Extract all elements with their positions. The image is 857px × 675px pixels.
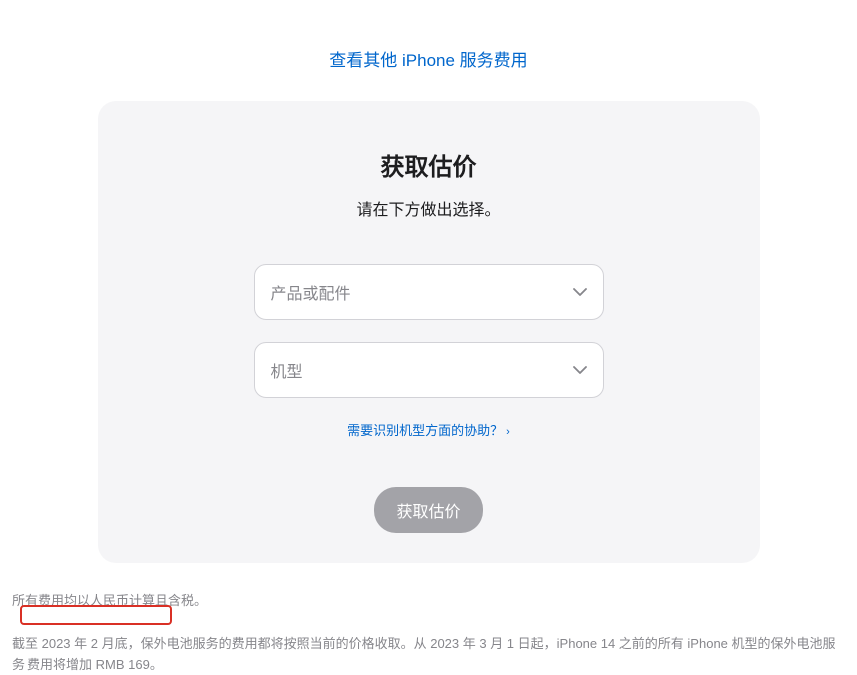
footnote-price-change: 截至 2023 年 2 月底，保外电池服务的费用都将按照当前的价格收取。从 20… [12, 634, 845, 675]
highlighted-price: 费用将增加 RMB 169。 [25, 657, 165, 672]
model-select-placeholder: 机型 [271, 358, 303, 382]
card-subtitle: 请在下方做出选择。 [128, 196, 730, 220]
product-select[interactable]: 产品或配件 [254, 264, 604, 320]
help-link-label: 需要识别机型方面的协助？ [347, 423, 503, 438]
get-estimate-button[interactable]: 获取估价 [374, 487, 482, 533]
identify-model-help-link[interactable]: 需要识别机型方面的协助？› [128, 420, 730, 439]
card-title: 获取估价 [128, 147, 730, 182]
chevron-down-icon [573, 285, 587, 299]
estimate-card: 获取估价 请在下方做出选择。 产品或配件 机型 需要识别机型方面的协助？› [98, 101, 760, 563]
product-select-placeholder: 产品或配件 [271, 280, 351, 304]
model-select[interactable]: 机型 [254, 342, 604, 398]
view-other-fees-link[interactable]: 查看其他 iPhone 服务费用 [10, 0, 847, 101]
view-other-fees-link-text[interactable]: 查看其他 iPhone 服务费用 [329, 51, 527, 70]
chevron-down-icon [573, 363, 587, 377]
chevron-right-icon: › [506, 426, 510, 438]
footnote-currency: 所有费用均以人民币计算且含税。 [12, 591, 845, 612]
footnotes: 所有费用均以人民币计算且含税。 截至 2023 年 2 月底，保外电池服务的费用… [10, 563, 847, 675]
